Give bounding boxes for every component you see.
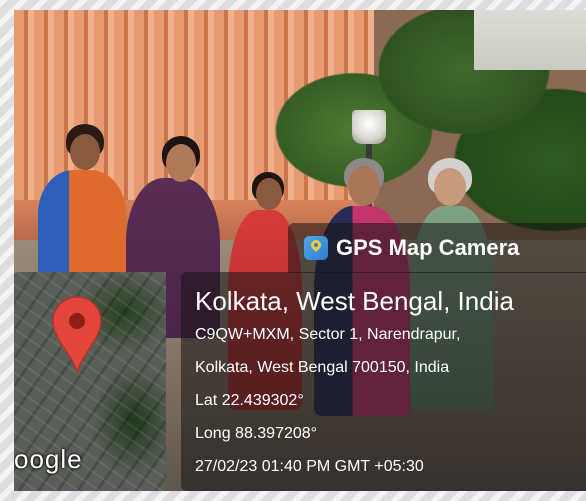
- person-2-head: [166, 144, 196, 182]
- gps-map-camera-app-icon: [304, 236, 328, 260]
- location-pin-icon: [52, 296, 102, 374]
- datetime-label: 27/02/23 01:40 PM GMT +05:30: [195, 458, 424, 475]
- latitude-label: Lat 22.439302°: [195, 392, 304, 409]
- person-4-head: [348, 166, 380, 206]
- sky-patch: [474, 10, 586, 70]
- google-logo-text: oogle: [14, 444, 83, 474]
- map-thumbnail: oogle: [14, 272, 166, 491]
- app-name: GPS Map Camera: [336, 235, 520, 260]
- person-3-head: [256, 178, 282, 210]
- location-info-panel: Kolkata, West Bengal, India C9QW+MXM, Se…: [181, 272, 586, 491]
- person-1: [38, 170, 126, 280]
- address-line-1: C9QW+MXM, Sector 1, Narendrapur,: [195, 326, 461, 343]
- longitude-label: Long 88.397208°: [195, 425, 318, 442]
- person-5-head: [434, 168, 466, 206]
- address-line-2: Kolkata, West Bengal 700150, India: [195, 359, 450, 376]
- lamp-icon: [352, 110, 386, 144]
- city-label: Kolkata, West Bengal, India: [195, 286, 514, 316]
- person-1-head: [70, 134, 100, 170]
- gps-title-bar: GPS Map Camera: [288, 223, 586, 273]
